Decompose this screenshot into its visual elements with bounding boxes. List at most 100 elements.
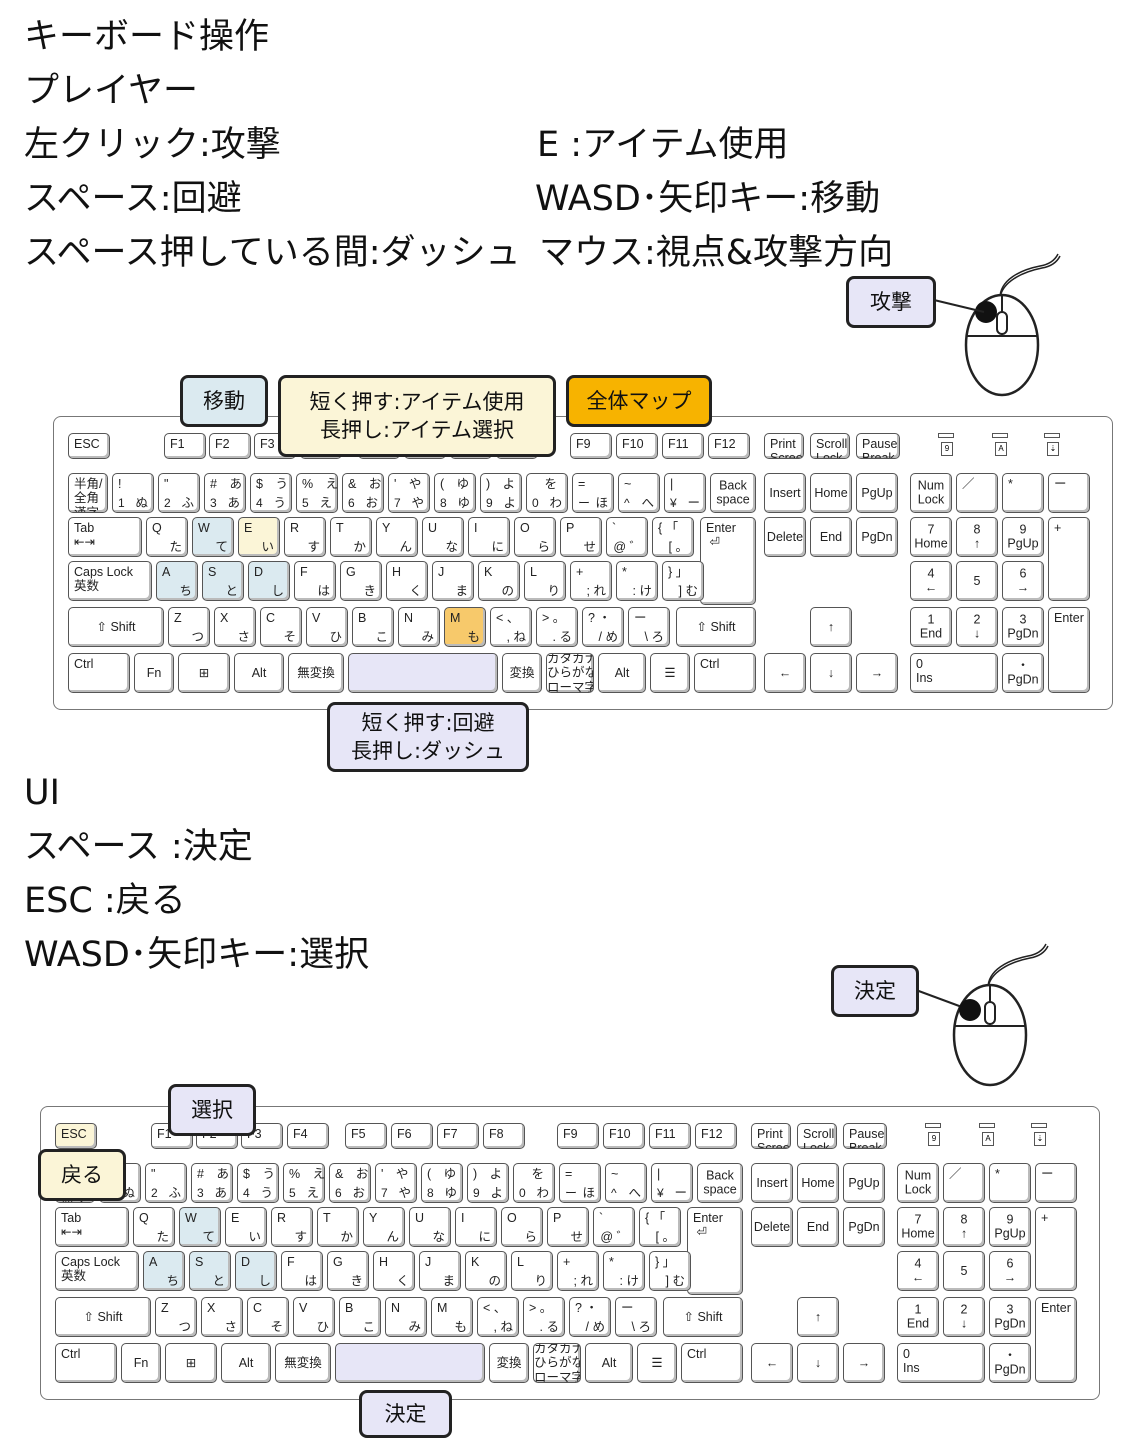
key-shift-left[interactable]: ⇧ Shift (55, 1297, 151, 1337)
key-q-2[interactable]: Eい (238, 517, 280, 557)
key-pgup[interactable]: PgUp (856, 473, 898, 513)
key-q-6[interactable]: Uな (409, 1207, 451, 1247)
key-f10[interactable]: F10 (616, 433, 658, 459)
key-enter[interactable]: Enter ⏎ (700, 517, 756, 605)
key-scroll-lock[interactable]: Scroll Lock (810, 433, 850, 459)
key-fn[interactable]: Fn (134, 653, 174, 693)
key-henkan[interactable]: 変換 (502, 653, 542, 693)
key-space[interactable] (335, 1343, 485, 1383)
key-ctrl-right[interactable]: Ctrl (681, 1343, 743, 1383)
key-a-8[interactable]: Lり (524, 561, 566, 601)
key-num-2[interactable]: # ああ3 (191, 1163, 233, 1203)
key-arrow-up[interactable]: ↑ (810, 607, 852, 647)
key-z-7[interactable]: < 、 , ね (490, 607, 532, 647)
key-num-0[interactable]: ! ぬ1 (112, 473, 154, 513)
key-np-6[interactable]: 6 → (989, 1251, 1031, 1291)
key-q-11[interactable]: { 「 [ 。 (652, 517, 694, 557)
key-num-9[interactable]: をわ0 (513, 1163, 555, 1203)
key-num-9[interactable]: をわ0 (526, 473, 568, 513)
key-alt-right[interactable]: Alt (585, 1343, 633, 1383)
key-a-2[interactable]: Dし (248, 561, 290, 601)
key-a-6[interactable]: Jま (432, 561, 474, 601)
key-a-1[interactable]: Sと (202, 561, 244, 601)
key-num-11[interactable]: ~ へ ^ (605, 1163, 647, 1203)
key-menu[interactable]: ☰ (637, 1343, 677, 1383)
key-num-5[interactable]: & おお6 (329, 1163, 371, 1203)
key-end[interactable]: End (810, 517, 852, 557)
key-q-1[interactable]: Wて (179, 1207, 221, 1247)
key-a-10[interactable]: *: け (603, 1251, 645, 1291)
key-arrow-down[interactable]: ↓ (810, 653, 852, 693)
key-num-8[interactable]: ) よよ9 (467, 1163, 509, 1203)
key-num-10[interactable]: = ほー (559, 1163, 601, 1203)
key-z-10[interactable]: ー \ ろ (628, 607, 670, 647)
key-q-3[interactable]: Rす (284, 517, 326, 557)
key-np-1[interactable]: 1 End (910, 607, 952, 647)
key-np-7[interactable]: 7 Home (897, 1207, 939, 1247)
key-a-11[interactable]: } 」] む (662, 561, 704, 601)
key-np-8[interactable]: 8 ↑ (956, 517, 998, 557)
key-f2[interactable]: F2 (209, 433, 251, 459)
key-z-1[interactable]: Xさ (201, 1297, 243, 1337)
key-ctrl-right[interactable]: Ctrl (694, 653, 756, 693)
key-np-0[interactable]: 0 Ins (910, 653, 998, 693)
key-np-4[interactable]: 4 ← (910, 561, 952, 601)
key-z-1[interactable]: Xさ (214, 607, 256, 647)
key-q-8[interactable]: Oら (514, 517, 556, 557)
key-num-6[interactable]: ' やや7 (375, 1163, 417, 1203)
key-arrow-up[interactable]: ↑ (797, 1297, 839, 1337)
key-windows[interactable]: ⊞ (165, 1343, 217, 1383)
key-arrow-left[interactable]: ← (764, 653, 806, 693)
key-num-2[interactable]: # ああ3 (204, 473, 246, 513)
key-arrow-down[interactable]: ↓ (797, 1343, 839, 1383)
key-num-5[interactable]: & おお6 (342, 473, 384, 513)
key-z-9[interactable]: ? ・ / め (569, 1297, 611, 1337)
key-z-7[interactable]: < 、 , ね (477, 1297, 519, 1337)
key-q-9[interactable]: Pせ (560, 517, 602, 557)
key-z-4[interactable]: Bこ (352, 607, 394, 647)
key-kana[interactable]: カタカナ ひらがな ローマ字 (546, 653, 594, 693)
key-num-3[interactable]: $ うう4 (250, 473, 292, 513)
key-q-0[interactable]: Qた (146, 517, 188, 557)
key-z-4[interactable]: Bこ (339, 1297, 381, 1337)
key-arrow-left[interactable]: ← (751, 1343, 793, 1383)
key-q-4[interactable]: Tか (317, 1207, 359, 1247)
key-f1[interactable]: F1 (164, 433, 206, 459)
key-num-7[interactable]: ( ゆゆ8 (421, 1163, 463, 1203)
key-q-7[interactable]: Iに (468, 517, 510, 557)
key-np-3[interactable]: 3 PgDn (989, 1297, 1031, 1337)
key-q-5[interactable]: Yん (376, 517, 418, 557)
key-num-8[interactable]: ) よよ9 (480, 473, 522, 513)
key-home[interactable]: Home (797, 1163, 839, 1203)
key-pause-break[interactable]: Pause Break (856, 433, 900, 459)
key-np-minus[interactable]: ー (1048, 473, 1090, 513)
key-f12[interactable]: F12 (708, 433, 750, 459)
key-arrow-right[interactable]: → (856, 653, 898, 693)
key-np-0[interactable]: 0 Ins (897, 1343, 985, 1383)
key-muhenkan[interactable]: 無変換 (275, 1343, 331, 1383)
key-np-3[interactable]: 3 PgDn (1002, 607, 1044, 647)
key-q-10[interactable]: ` @ ゛ (606, 517, 648, 557)
key-np-dot[interactable]: ・ PgDn (989, 1343, 1031, 1383)
key-z-9[interactable]: ? ・ / め (582, 607, 624, 647)
key-np-9[interactable]: 9 PgUp (989, 1207, 1031, 1247)
key-fn[interactable]: Fn (121, 1343, 161, 1383)
key-end[interactable]: End (797, 1207, 839, 1247)
key-z-6[interactable]: Mも (431, 1297, 473, 1337)
key-z-2[interactable]: Cそ (247, 1297, 289, 1337)
key-numlock[interactable]: Num Lock (897, 1163, 939, 1203)
key-np-2[interactable]: 2 ↓ (943, 1297, 985, 1337)
key-num-12[interactable]: | ー ¥ (664, 473, 706, 513)
key-space[interactable] (348, 653, 498, 693)
key-esc[interactable]: ESC (55, 1123, 97, 1149)
key-q-1[interactable]: Wて (192, 517, 234, 557)
key-alt-left[interactable]: Alt (234, 653, 284, 693)
key-num-10[interactable]: = ほー (572, 473, 614, 513)
key-backspace[interactable]: Back space (697, 1163, 743, 1203)
key-capslock[interactable]: Caps Lock 英数 (68, 561, 152, 601)
key-a-2[interactable]: Dし (235, 1251, 277, 1291)
key-tab[interactable]: Tab ⇤⇥ (55, 1207, 129, 1247)
key-f5[interactable]: F5 (345, 1123, 387, 1149)
key-np-slash[interactable]: ／ (956, 473, 998, 513)
key-pgdn[interactable]: PgDn (856, 517, 898, 557)
